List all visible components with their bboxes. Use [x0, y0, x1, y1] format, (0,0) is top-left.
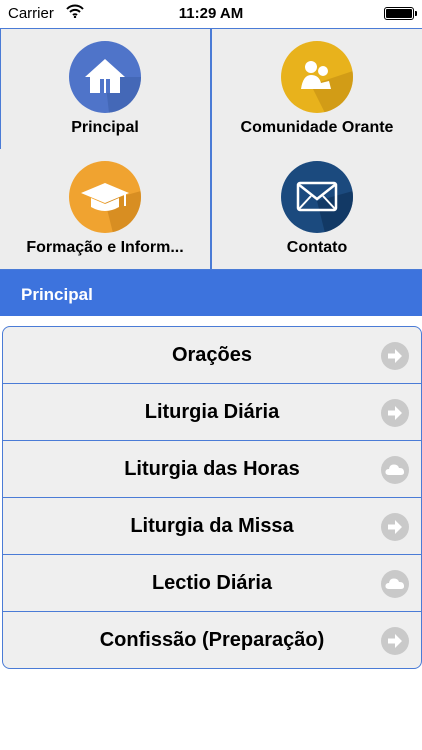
grid-item-contato[interactable]: Contato	[212, 149, 422, 269]
grid-item-label: Formação e Inform...	[26, 239, 184, 256]
cloud-icon	[381, 570, 409, 598]
grid-item-formacao[interactable]: Formação e Inform...	[0, 149, 210, 269]
status-bar: Carrier 11:29 AM	[0, 0, 422, 28]
list-item[interactable]: Orações	[3, 327, 421, 384]
status-time: 11:29 AM	[178, 5, 244, 22]
arrow-right-icon	[381, 342, 409, 370]
grid-item-label: Contato	[286, 239, 348, 256]
section-header: Principal	[0, 270, 422, 316]
list-item-title: Liturgia da Missa	[130, 515, 294, 537]
graduation-cap-icon	[69, 161, 141, 233]
envelope-icon	[281, 161, 353, 233]
list-item[interactable]: Liturgia Diária	[3, 384, 421, 441]
list-item-title: Confissão (Preparação)	[99, 629, 325, 651]
menu-list: Orações Liturgia Diária Liturgia das Hor…	[2, 326, 422, 669]
cloud-icon	[381, 456, 409, 484]
arrow-right-icon	[381, 627, 409, 655]
grid-item-principal[interactable]: Principal	[0, 29, 210, 149]
list-item-title: Orações	[171, 344, 253, 366]
home-icon	[69, 41, 141, 113]
list-item-title: Liturgia Diária	[144, 401, 280, 423]
list-item[interactable]: Liturgia da Missa	[3, 498, 421, 555]
list-item[interactable]: Liturgia das Horas	[3, 441, 421, 498]
grid-item-comunidade-orante[interactable]: Comunidade Orante	[212, 29, 422, 149]
battery-icon	[384, 7, 417, 20]
arrow-right-icon	[381, 513, 409, 541]
arrow-right-icon	[381, 399, 409, 427]
list-item-title: Lectio Diária	[151, 572, 273, 594]
list-item-title: Liturgia das Horas	[124, 458, 300, 480]
list-item[interactable]: Confissão (Preparação)	[3, 612, 421, 668]
grid-item-label: Comunidade Orante	[240, 119, 394, 136]
grid-item-label: Principal	[71, 119, 139, 136]
people-icon	[281, 41, 353, 113]
list-item[interactable]: Lectio Diária	[3, 555, 421, 612]
icon-grid: Principal Comunidade Orante Formação e I…	[0, 28, 422, 270]
